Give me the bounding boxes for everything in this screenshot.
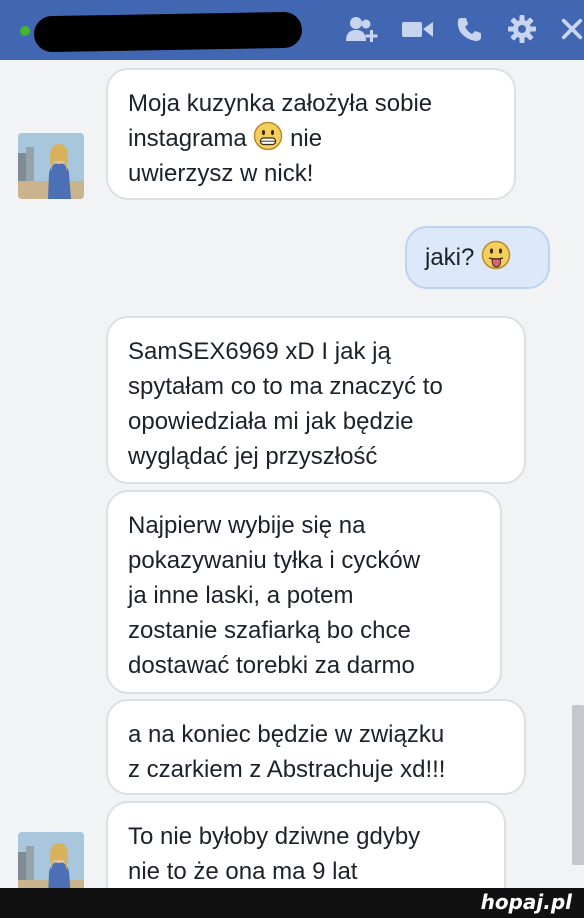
message-line: instagrama nie	[128, 121, 494, 156]
message-text: nie to że ona ma 9 lat	[128, 858, 358, 885]
message-text: pokazywaniu tyłka i cycków	[128, 547, 421, 574]
grin-emoji-icon	[254, 121, 283, 151]
close-icon[interactable]	[560, 14, 584, 44]
message-bubble[interactable]: Moja kuzynka założyła sobie instagrama n…	[106, 68, 516, 200]
message-bubble[interactable]: To nie byłoby dziwne gdyby nie to że ona…	[106, 801, 506, 888]
message-text: opowiedziała mi jak będzie	[128, 408, 414, 435]
scrollbar-thumb[interactable]	[572, 705, 584, 865]
message-text: SamSEX6969 xD I jak ją	[128, 338, 391, 365]
message-line: jaki?	[425, 240, 530, 275]
message-text: To nie byłoby dziwne gdyby	[128, 823, 421, 850]
message-text: uwierzysz w nick!	[128, 160, 314, 187]
message-text: a na koniec będzie w związku	[128, 721, 445, 748]
message-thread[interactable]: Moja kuzynka założyła sobie instagrama n…	[0, 60, 584, 888]
message-text: ja inne laski, a potem	[128, 582, 354, 609]
phone-icon[interactable]	[452, 14, 486, 44]
message-text: nie	[290, 125, 323, 152]
watermark-logo: hopaj.pl	[480, 890, 572, 914]
message-text: Najpierw wybije się na	[128, 512, 366, 539]
message-bubble[interactable]: a na koniec będzie w związku z czarkiem …	[106, 699, 526, 795]
message-text: instagrama	[128, 125, 247, 152]
chat-header	[0, 0, 584, 60]
gear-icon[interactable]	[504, 14, 540, 44]
own-message-bubble[interactable]: jaki?	[405, 226, 550, 289]
message-text: wyglądać jej przyszłość	[128, 443, 378, 470]
avatar[interactable]	[18, 133, 84, 199]
contact-name-redacted[interactable]	[33, 11, 303, 53]
tongue-emoji-icon	[481, 240, 511, 270]
message-text: spytałam co to ma znaczyć to	[128, 373, 443, 400]
message-bubble[interactable]: Najpierw wybije się na pokazywaniu tyłka…	[106, 490, 502, 694]
message-text: zostanie szafiarką bo chce	[128, 617, 411, 644]
video-call-icon[interactable]	[398, 14, 438, 44]
message-text: jaki?	[425, 244, 475, 271]
message-text: z czarkiem z Abstrachuje xd!!!	[128, 756, 446, 783]
message-bubble[interactable]: SamSEX6969 xD I jak ją spytałam co to ma…	[106, 316, 526, 484]
watermark-bar: hopaj.pl	[0, 888, 584, 918]
avatar[interactable]	[18, 832, 84, 888]
message-text: Moja kuzynka założyła sobie	[128, 90, 433, 117]
add-person-icon[interactable]	[344, 14, 380, 44]
online-status-dot	[20, 26, 30, 36]
message-text: dostawać torebki za darmo	[128, 652, 415, 679]
